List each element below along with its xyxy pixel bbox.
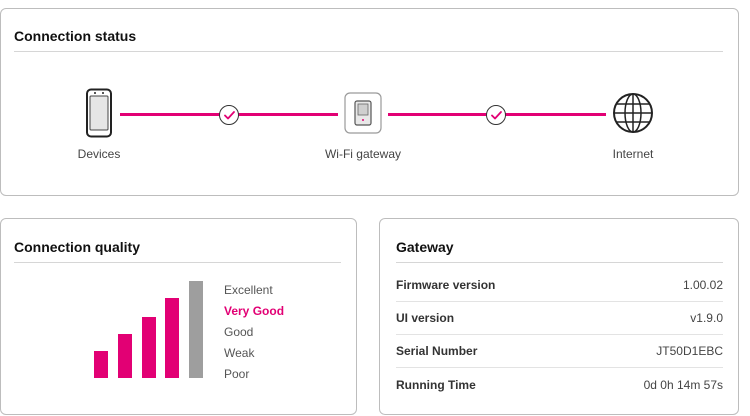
signal-bar [118,334,132,378]
serial-number-row: Serial Number JT50D1EBC [396,335,723,368]
gateway-title: Gateway [396,239,454,255]
connection-status-card: Connection status Devices Wi-Fi gateway … [0,8,739,196]
row-value: 0d 0h 14m 57s [643,377,723,392]
signal-bar [189,281,203,378]
quality-level: Poor [224,367,250,381]
node-internet[interactable]: Internet [603,87,663,161]
divider [14,262,341,263]
quality-level: Weak [224,346,255,360]
smartphone-icon [78,87,120,139]
node-label-gateway: Wi-Fi gateway [324,147,401,161]
node-label-devices: Devices [77,147,121,161]
quality-level: Good [224,325,254,339]
row-label: Running Time [396,377,476,392]
row-label: Firmware version [396,278,496,292]
ui-version-row: UI version v1.9.0 [396,302,723,335]
row-label: UI version [396,311,455,325]
row-value: 1.00.02 [682,278,723,292]
signal-bar [165,298,179,378]
quality-level: Excellent [224,283,273,297]
check-circle-icon [486,105,506,125]
globe-icon [612,87,654,139]
check-circle-icon [219,105,239,125]
row-value: v1.9.0 [690,311,723,325]
gateway-icon [342,87,384,139]
running-time-row: Running Time 0d 0h 14m 57s [396,368,723,401]
quality-level: Very Good [224,304,285,318]
node-devices[interactable]: Devices [69,87,129,161]
connection-quality-title: Connection quality [14,239,140,255]
firmware-version-row: Firmware version 1.00.02 [396,269,723,302]
divider [14,51,723,52]
row-value: JT50D1EBC [656,344,723,358]
node-wifi-gateway[interactable]: Wi-Fi gateway [313,87,413,161]
connection-status-title: Connection status [14,28,137,44]
signal-bar [94,351,108,378]
connection-quality-card: Connection quality Excellent Very Good G… [0,218,357,415]
divider [396,262,723,263]
signal-bar [142,317,156,378]
row-label: Serial Number [396,344,478,358]
node-label-internet: Internet [612,147,654,161]
gateway-info-card: Gateway Firmware version 1.00.02 UI vers… [379,218,739,415]
